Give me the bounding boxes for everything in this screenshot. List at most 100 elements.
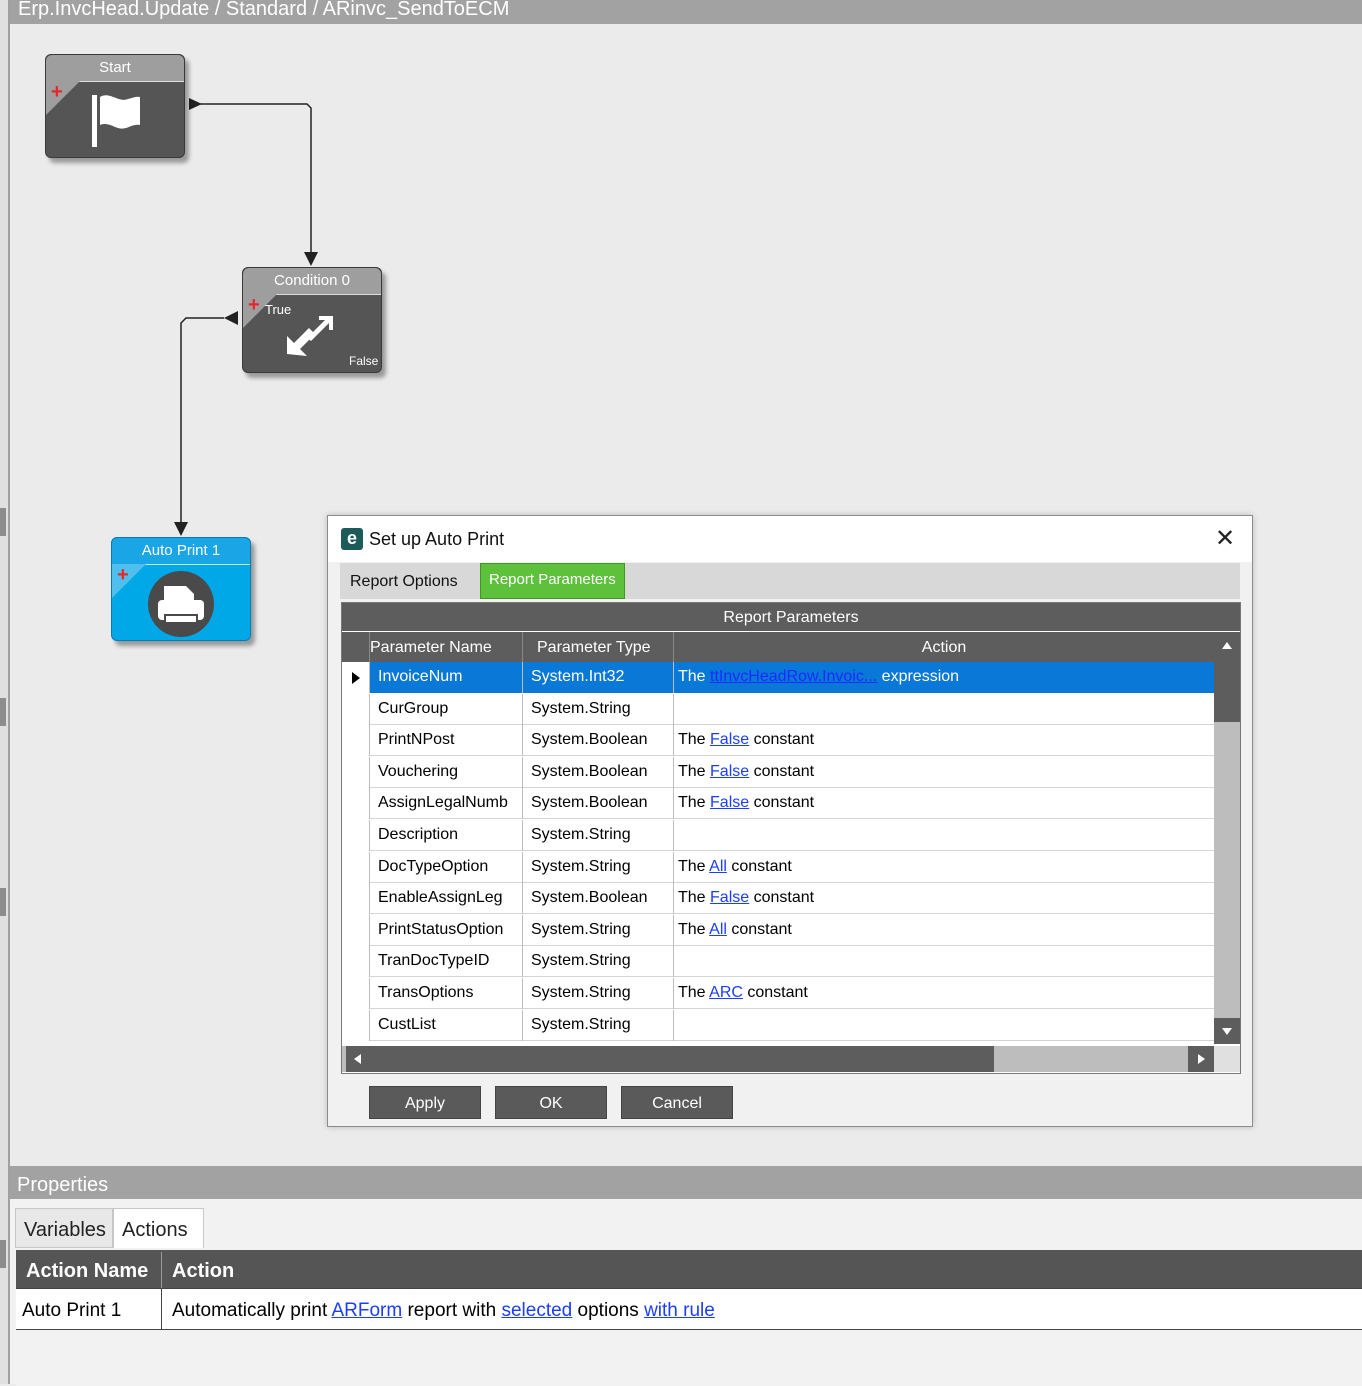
row-selector[interactable] xyxy=(342,883,370,915)
parameter-type-cell[interactable]: System.String xyxy=(523,946,674,978)
table-row[interactable]: EnableAssignLeg System.Boolean The False c… xyxy=(342,883,1214,915)
parameter-type-cell[interactable]: System.String xyxy=(523,851,674,883)
table-row[interactable]: TranDocTypeID System.String xyxy=(342,946,1214,978)
parameter-type-cell[interactable]: System.Boolean xyxy=(523,756,674,788)
table-row[interactable]: PrintNPost System.Boolean The False consta… xyxy=(342,725,1214,757)
table-row[interactable]: CustList System.String xyxy=(342,1009,1214,1041)
action-value-link[interactable]: ARC xyxy=(709,984,743,1001)
vertical-scroll-thumb[interactable] xyxy=(1214,662,1240,722)
action-cell[interactable]: The ttInvcHeadRow.Invoic... expression xyxy=(674,662,1214,693)
parameter-name-cell[interactable]: TranDocTypeID xyxy=(370,946,523,978)
row-selector[interactable] xyxy=(342,851,370,883)
scroll-left-icon[interactable] xyxy=(346,1046,368,1072)
workflow-node-condition[interactable]: Condition 0 + True False xyxy=(242,267,382,373)
row-selector[interactable] xyxy=(342,725,370,757)
action-value-link[interactable]: False xyxy=(710,889,749,906)
scroll-down-icon[interactable] xyxy=(1214,1018,1240,1044)
column-header-parameter-type[interactable]: Parameter Type xyxy=(523,632,674,662)
row-selector[interactable] xyxy=(342,946,370,978)
parameter-name-cell[interactable]: AssignLegalNumb xyxy=(370,788,523,820)
parameter-name-cell[interactable]: InvoiceNum xyxy=(370,662,523,693)
parameter-name-cell[interactable]: PrintStatusOption xyxy=(370,914,523,946)
column-header-action-name[interactable]: Action Name xyxy=(16,1252,162,1288)
action-option-link[interactable]: ARForm xyxy=(331,1300,402,1321)
parameter-type-cell[interactable]: System.Boolean xyxy=(523,883,674,915)
action-cell[interactable]: The False constant xyxy=(674,788,1214,819)
false-branch-label[interactable]: False xyxy=(349,354,378,368)
row-selector[interactable] xyxy=(342,756,370,788)
action-value-link[interactable]: False xyxy=(710,731,749,748)
parameter-name-cell[interactable]: Vouchering xyxy=(370,756,523,788)
workflow-node-auto-print[interactable]: Auto Print 1 + xyxy=(111,537,251,641)
table-row[interactable]: AssignLegalNumb System.Boolean The False c… xyxy=(342,788,1214,820)
ok-button[interactable]: OK xyxy=(495,1086,607,1119)
cancel-button[interactable]: Cancel xyxy=(621,1086,733,1119)
table-row[interactable]: CurGroup System.String xyxy=(342,693,1214,725)
parameter-type-cell[interactable]: System.String xyxy=(523,693,674,725)
parameter-name-cell[interactable]: PrintNPost xyxy=(370,725,523,757)
row-selector[interactable] xyxy=(342,978,370,1009)
add-icon[interactable]: + xyxy=(51,82,63,102)
parameter-type-cell[interactable]: System.String xyxy=(523,978,674,1009)
add-icon[interactable]: + xyxy=(248,295,260,315)
parameter-type-cell[interactable]: System.Boolean xyxy=(523,725,674,757)
row-selector[interactable] xyxy=(342,1009,370,1041)
splitter-handle[interactable] xyxy=(0,508,6,536)
action-value-link[interactable]: False xyxy=(710,763,749,780)
action-cell[interactable]: The All constant xyxy=(674,915,1214,946)
action-value-link[interactable]: False xyxy=(710,794,749,811)
action-cell[interactable] xyxy=(674,946,1214,977)
action-value-link[interactable]: All xyxy=(709,921,727,938)
parameter-name-cell[interactable]: CurGroup xyxy=(370,693,523,725)
scroll-up-icon[interactable] xyxy=(1214,632,1240,662)
splitter-handle[interactable] xyxy=(0,888,6,916)
horizontal-scroll-thumb[interactable] xyxy=(368,1046,994,1072)
action-cell[interactable]: The All constant xyxy=(674,852,1214,883)
action-option-link[interactable]: selected xyxy=(501,1300,572,1321)
action-option-link[interactable]: with rule xyxy=(644,1300,715,1321)
action-cell[interactable]: The False constant xyxy=(674,883,1214,914)
row-selector[interactable] xyxy=(342,820,370,851)
row-selector[interactable] xyxy=(342,662,370,693)
horizontal-scrollbar[interactable] xyxy=(342,1046,1214,1072)
table-row[interactable]: InvoiceNum System.Int32 The ttInvcHeadRow.… xyxy=(342,662,1214,693)
vertical-scrollbar[interactable] xyxy=(1214,632,1240,1044)
splitter-handle[interactable] xyxy=(0,1240,6,1268)
parameter-name-cell[interactable]: EnableAssignLeg xyxy=(370,883,523,915)
column-header-parameter-name[interactable]: Parameter Name xyxy=(370,632,523,662)
table-row[interactable]: Vouchering System.Boolean The False consta… xyxy=(342,756,1214,788)
parameter-type-cell[interactable]: System.Boolean xyxy=(523,788,674,820)
action-value-link[interactable]: ttInvcHeadRow.Invoic... xyxy=(710,668,877,685)
splitter-handle[interactable] xyxy=(0,698,6,726)
parameter-name-cell[interactable]: TransOptions xyxy=(370,978,523,1009)
action-cell[interactable] xyxy=(674,820,1214,851)
table-row[interactable]: PrintStatusOption System.String The All co… xyxy=(342,914,1214,946)
tab-report-parameters[interactable]: Report Parameters xyxy=(480,563,625,599)
parameter-name-cell[interactable]: Description xyxy=(370,820,523,851)
parameter-type-cell[interactable]: System.String xyxy=(523,914,674,946)
apply-button[interactable]: Apply xyxy=(369,1086,481,1119)
parameter-name-cell[interactable]: CustList xyxy=(370,1009,523,1041)
table-row[interactable]: TransOptions System.String The ARC constan… xyxy=(342,978,1214,1009)
action-cell[interactable]: The False constant xyxy=(674,757,1214,788)
tab-actions[interactable]: Actions xyxy=(113,1208,204,1248)
column-header-action[interactable]: Action xyxy=(674,632,1214,662)
close-icon[interactable]: ✕ xyxy=(1212,526,1238,552)
scroll-right-icon[interactable] xyxy=(1188,1046,1214,1072)
parameter-name-cell[interactable]: DocTypeOption xyxy=(370,851,523,883)
parameter-type-cell[interactable]: System.String xyxy=(523,820,674,851)
action-cell[interactable] xyxy=(674,1010,1214,1041)
report-parameters-grid[interactable]: Report Parameters Parameter Name Paramet… xyxy=(341,602,1241,1074)
parameter-type-cell[interactable]: System.String xyxy=(523,1009,674,1041)
table-row[interactable]: Description System.String xyxy=(342,820,1214,851)
action-value-link[interactable]: All xyxy=(709,858,727,875)
tab-variables[interactable]: Variables xyxy=(15,1208,113,1248)
action-cell[interactable] xyxy=(674,694,1214,725)
action-cell[interactable]: The ARC constant xyxy=(674,978,1214,1009)
parameter-type-cell[interactable]: System.Int32 xyxy=(523,662,674,693)
row-selector[interactable] xyxy=(342,914,370,946)
tab-report-options[interactable]: Report Options xyxy=(350,563,458,599)
table-row[interactable]: DocTypeOption System.String The All consta… xyxy=(342,851,1214,883)
row-selector[interactable] xyxy=(342,693,370,725)
column-header-action[interactable]: Action xyxy=(162,1252,1362,1288)
